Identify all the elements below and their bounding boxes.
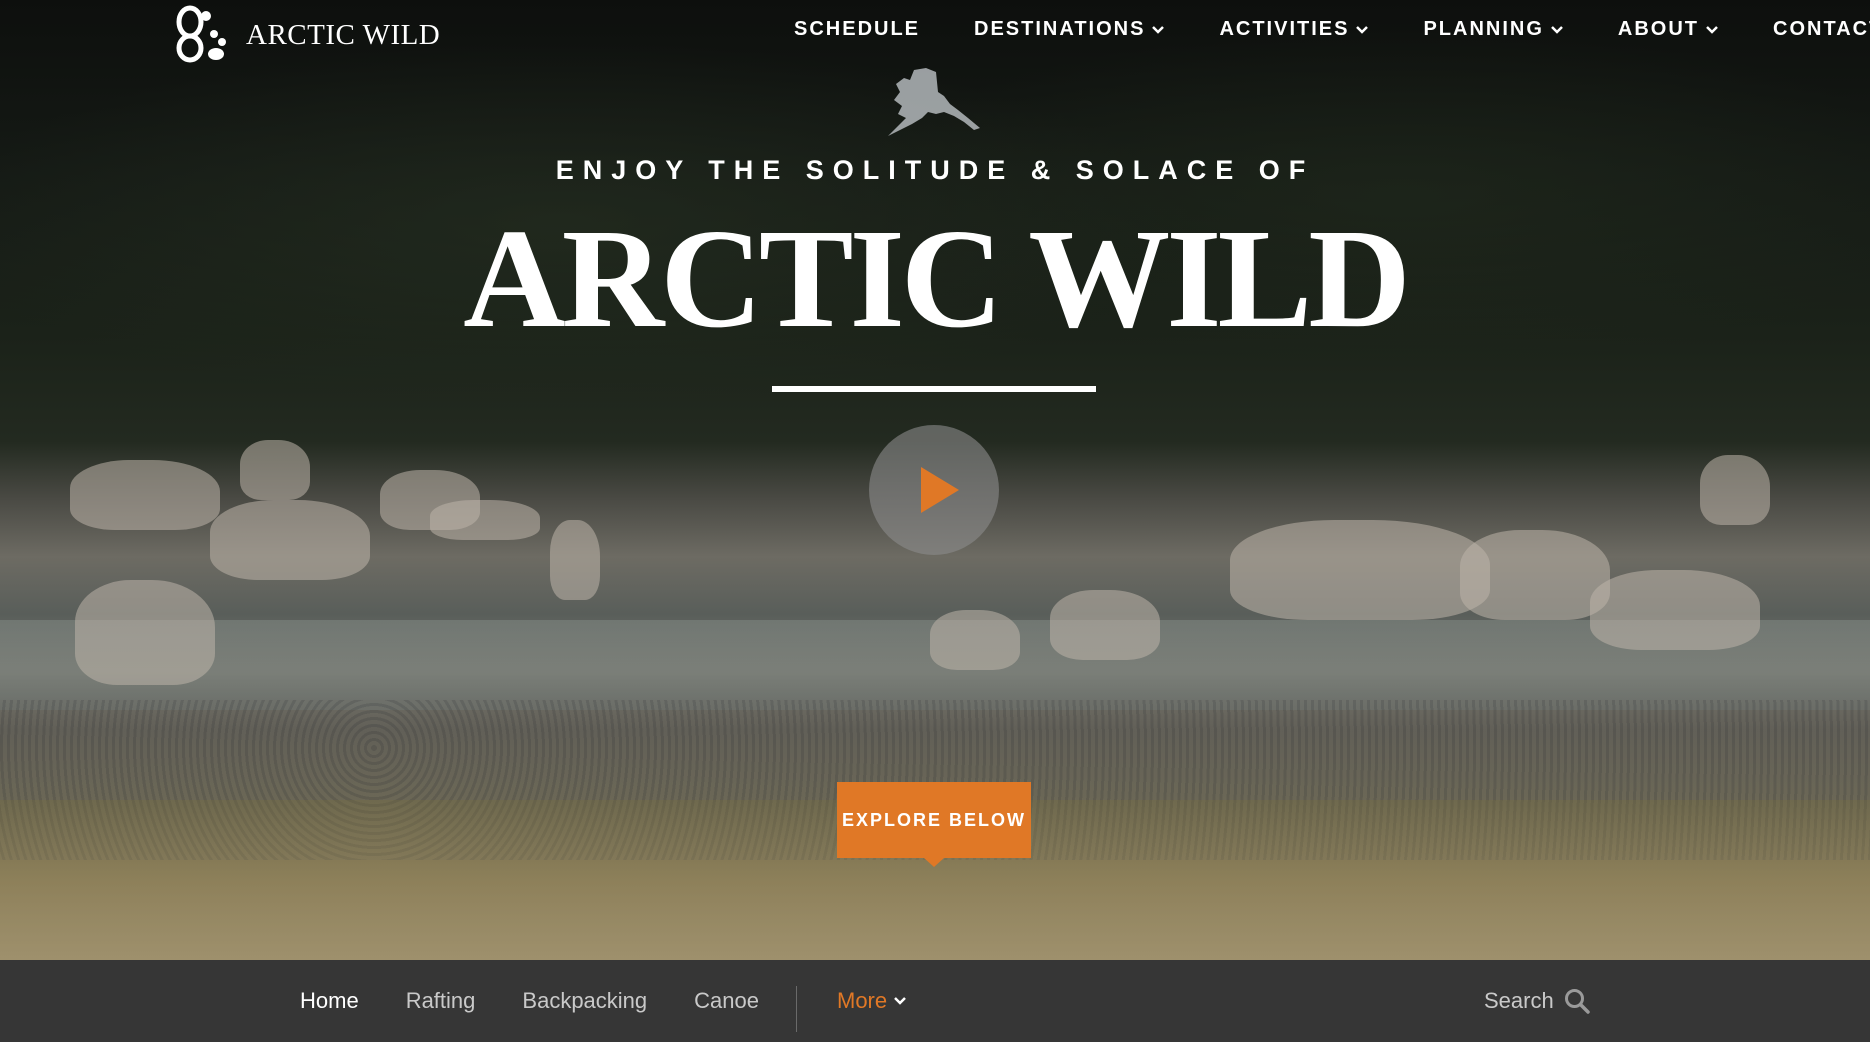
alaska-map-icon [888, 68, 980, 136]
search-button[interactable]: Search [1484, 960, 1590, 1042]
play-icon [921, 467, 959, 513]
nav-item-label: SCHEDULE [794, 18, 921, 40]
caribou-silhouette [430, 500, 540, 540]
caribou-silhouette [1700, 455, 1770, 525]
subnav-rafting[interactable]: Rafting [406, 988, 476, 1014]
explore-button-notch [924, 858, 944, 867]
subnav-home[interactable]: Home [300, 988, 359, 1014]
brand-name: ARCTIC WILD [246, 18, 441, 51]
chevron-down-icon [894, 997, 907, 1005]
nav-item-planning[interactable]: PLANNING [1423, 18, 1563, 41]
subnav-more-dropdown[interactable]: More [837, 960, 907, 1042]
caribou-silhouette [240, 440, 310, 500]
explore-below-button[interactable]: EXPLORE BELOW [837, 782, 1031, 858]
nav-item-activities[interactable]: ACTIVITIES [1219, 18, 1369, 41]
title-divider [772, 386, 1096, 392]
subnav-canoe[interactable]: Canoe [694, 988, 759, 1014]
nav-item-label: CONTACT [1773, 18, 1870, 40]
caribou-silhouette [70, 460, 220, 530]
hero-title: ARCTIC WILD [463, 199, 1411, 357]
subnav-backpacking[interactable]: Backpacking [522, 988, 647, 1014]
caribou-silhouette [1230, 520, 1490, 620]
nav-item-about[interactable]: ABOUT [1618, 18, 1719, 41]
more-label: More [837, 988, 888, 1013]
chevron-down-icon [1152, 25, 1165, 34]
nav-item-contact[interactable]: CONTACT [1773, 18, 1870, 41]
chevron-down-icon [1356, 25, 1369, 34]
caribou-silhouette [75, 580, 215, 685]
subnav-links: Home Rafting Backpacking Canoe [300, 960, 806, 1042]
chevron-down-icon [1551, 25, 1563, 34]
brand-logo[interactable]: ARCTIC WILD [170, 4, 440, 66]
subnav-divider [796, 986, 797, 1032]
nav-item-label: ABOUT [1617, 18, 1700, 40]
hero-tagline: ENJOY THE SOLITUDE & SOLACE OF [555, 155, 1315, 185]
play-video-button[interactable] [869, 425, 999, 555]
caribou-silhouette [930, 610, 1020, 670]
caribou-silhouette [1590, 570, 1760, 650]
nav-item-label: ACTIVITIES [1219, 18, 1350, 40]
caribou-silhouette [210, 500, 370, 580]
caribou-silhouette [1050, 590, 1160, 660]
nav-item-schedule[interactable]: SCHEDULE [794, 18, 920, 41]
nav-item-destinations[interactable]: DESTINATIONS [974, 18, 1165, 41]
caribou-silhouette [1460, 530, 1610, 620]
nav-item-label: PLANNING [1423, 18, 1544, 40]
main-nav: SCHEDULE DESTINATIONS ACTIVITIES PLANNIN… [794, 18, 1870, 41]
nav-item-label: DESTINATIONS [974, 18, 1146, 40]
chevron-down-icon [1706, 25, 1718, 34]
logo-paw-icon [176, 5, 226, 63]
sub-navigation-bar: Home Rafting Backpacking Canoe More Sear… [0, 960, 1870, 1042]
search-icon [1564, 989, 1590, 1014]
caribou-silhouette [550, 520, 600, 600]
search-label: Search [1484, 988, 1554, 1013]
